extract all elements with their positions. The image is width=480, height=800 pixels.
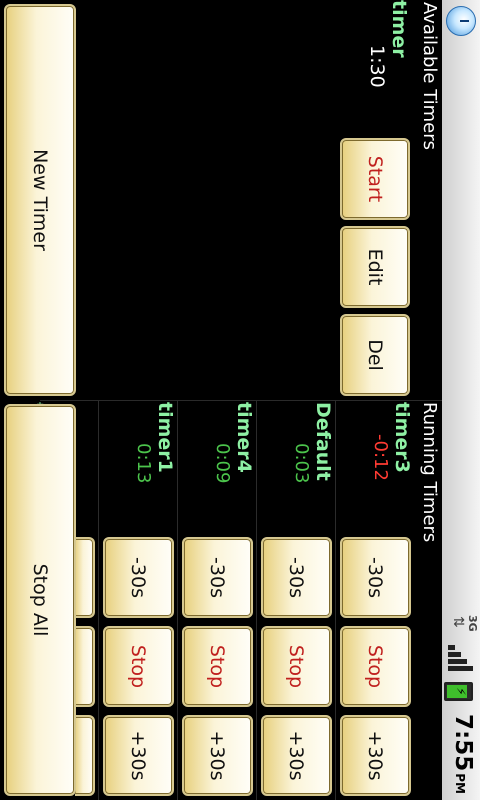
status-bar: 3G ⇅ ⚡ 7:55PM xyxy=(442,0,480,800)
partial-stop-button[interactable] xyxy=(75,626,95,707)
alarm-clock-icon xyxy=(446,6,476,36)
start-button[interactable]: Start xyxy=(340,138,410,220)
plus-30s-button[interactable]: +30s xyxy=(340,715,411,796)
signal-icon xyxy=(448,645,474,671)
clock-time: 7:55 xyxy=(450,714,476,772)
plus-30s-button[interactable]: +30s xyxy=(103,715,174,796)
stop-button[interactable]: Stop xyxy=(103,626,174,707)
stop-all-button[interactable]: Stop All xyxy=(4,404,76,796)
app-screen: 3G ⇅ ⚡ 7:55PM Available Timers timer 1:3… xyxy=(0,0,480,800)
available-timer-value: 1:30 xyxy=(366,45,388,88)
partial-minus-button[interactable] xyxy=(75,537,95,618)
available-timers-title: Available Timers xyxy=(419,2,440,151)
available-timer-name: timer xyxy=(388,0,410,58)
stop-button[interactable]: Stop xyxy=(261,626,332,707)
data-arrows-icon: ⇅ xyxy=(450,616,466,628)
minus-30s-button[interactable]: -30s xyxy=(340,537,411,618)
running-timer-name: Default xyxy=(312,402,334,481)
row-divider xyxy=(98,400,99,800)
minus-30s-button[interactable]: -30s xyxy=(182,537,253,618)
minus-30s-button[interactable]: -30s xyxy=(261,537,332,618)
clock: 7:55PM xyxy=(450,714,476,794)
row-divider xyxy=(335,400,336,800)
running-timer-name: timer3 xyxy=(391,402,413,473)
row-divider xyxy=(177,400,178,800)
running-timers-title: Running Timers xyxy=(419,402,440,543)
minus-30s-button[interactable]: -30s xyxy=(103,537,174,618)
delete-button[interactable]: Del xyxy=(340,314,410,396)
running-timer-time: 0:09 xyxy=(212,443,233,484)
row-divider xyxy=(256,400,257,800)
stop-button[interactable]: Stop xyxy=(340,626,411,707)
clock-ampm: PM xyxy=(453,773,467,794)
edit-button[interactable]: Edit xyxy=(340,226,410,308)
running-timer-time: 0:03 xyxy=(291,443,312,484)
network-type: 3G xyxy=(466,615,479,632)
panel-divider xyxy=(40,400,442,401)
new-timer-button[interactable]: New Timer xyxy=(4,4,76,396)
battery-icon: ⚡ xyxy=(444,682,473,701)
running-timer-time: -0:12 xyxy=(370,434,391,481)
stop-button[interactable]: Stop xyxy=(182,626,253,707)
plus-30s-button[interactable]: +30s xyxy=(182,715,253,796)
partial-plus-button[interactable] xyxy=(75,715,95,796)
running-timer-name: timer1 xyxy=(154,402,176,473)
plus-30s-button[interactable]: +30s xyxy=(261,715,332,796)
running-timer-time: 0:13 xyxy=(133,443,154,484)
running-timer-name: timer4 xyxy=(233,402,255,473)
